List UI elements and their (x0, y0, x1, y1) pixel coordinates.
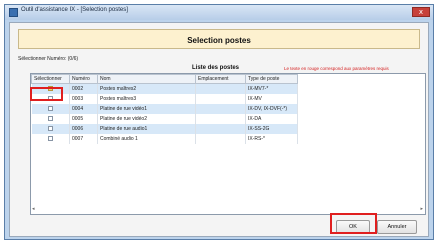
type-cell: IX-DV, IX-DVF(-*) (245, 103, 298, 114)
location-cell[interactable] (195, 123, 246, 134)
location-cell[interactable] (195, 83, 246, 94)
type-cell: IX-DA (245, 113, 298, 124)
scroll-left-icon[interactable]: ◂ (32, 206, 35, 212)
type-cell: IX-MV7-* (245, 83, 298, 94)
number-cell: 0006 (69, 123, 98, 134)
title-bar[interactable]: Outil d'assistance IX - [Selection poste… (5, 5, 433, 20)
stations-table: Sélectionner Numéro Nom Emplacement Type… (31, 74, 298, 144)
number-cell: 0007 (69, 133, 98, 144)
scroll-right-icon[interactable]: ▸ (420, 206, 423, 212)
location-cell[interactable] (195, 103, 246, 114)
type-cell: IX-SS-2G (245, 123, 298, 134)
checkbox-highlight-box (30, 87, 63, 101)
location-cell[interactable] (195, 113, 246, 124)
column-header-location[interactable]: Emplacement (195, 74, 246, 84)
table-row[interactable]: 0002 Postes maîtres2 IX-MV7-* (31, 83, 298, 94)
select-checkbox[interactable] (47, 135, 53, 141)
page-title: Selection postes (187, 36, 251, 45)
select-cell[interactable] (31, 103, 70, 114)
number-cell: 0003 (69, 93, 98, 104)
column-header-name[interactable]: Nom (97, 74, 196, 84)
name-cell: Combiné audio 1 (97, 133, 196, 144)
cancel-button[interactable]: Annuler (377, 220, 417, 234)
number-cell: 0005 (69, 113, 98, 124)
name-cell: Postes maîtres3 (97, 93, 196, 104)
stations-grid: Sélectionner Numéro Nom Emplacement Type… (30, 73, 426, 215)
table-row[interactable]: 0006 Platine de rue audio1 IX-SS-2G (31, 123, 298, 134)
select-checkbox[interactable] (47, 105, 53, 111)
dialog-window: Outil d'assistance IX - [Selection poste… (4, 4, 434, 240)
type-cell: IX-RS-* (245, 133, 298, 144)
list-header: Liste des postes Le texte en rouge corre… (30, 65, 426, 73)
selection-count-label: Sélectionner Numéro: (0/6) (18, 56, 79, 62)
name-cell: Platine de rue audio1 (97, 123, 196, 134)
table-row[interactable]: 0007 Combiné audio 1 IX-RS-* (31, 133, 298, 144)
select-checkbox[interactable] (47, 115, 53, 121)
dialog-client-area: Selection postes Sélectionner Numéro: (0… (9, 22, 429, 237)
location-cell[interactable] (195, 133, 246, 144)
select-cell[interactable] (31, 113, 70, 124)
location-cell[interactable] (195, 93, 246, 104)
table-header-row: Sélectionner Numéro Nom Emplacement Type… (31, 74, 298, 84)
name-cell: Postes maîtres2 (97, 83, 196, 94)
column-header-select[interactable]: Sélectionner (31, 74, 70, 84)
window-title: Outil d'assistance IX - [Selection poste… (21, 7, 128, 13)
name-cell: Platine de rue vidéo1 (97, 103, 196, 114)
select-checkbox[interactable] (47, 125, 53, 131)
select-cell[interactable] (31, 133, 70, 144)
close-button[interactable]: x (412, 7, 430, 17)
type-cell: IX-MV (245, 93, 298, 104)
number-cell: 0002 (69, 83, 98, 94)
required-params-note: Le texte en rouge correspond aux paramèt… (284, 66, 389, 71)
number-cell: 0004 (69, 103, 98, 114)
ok-highlight-box (330, 213, 377, 234)
name-cell: Platine de rue vidéo2 (97, 113, 196, 124)
select-cell[interactable] (31, 123, 70, 134)
table-row[interactable]: 0004 Platine de rue vidéo1 IX-DV, IX-DVF… (31, 103, 298, 114)
app-icon (9, 8, 18, 17)
list-title: Liste des postes (192, 65, 240, 71)
header-panel: Selection postes (18, 29, 420, 49)
table-row[interactable]: 0005 Platine de rue vidéo2 IX-DA (31, 113, 298, 124)
table-row[interactable]: 0003 Postes maîtres3 IX-MV (31, 93, 298, 104)
column-header-number[interactable]: Numéro (69, 74, 98, 84)
column-header-type[interactable]: Type de poste (245, 74, 298, 84)
